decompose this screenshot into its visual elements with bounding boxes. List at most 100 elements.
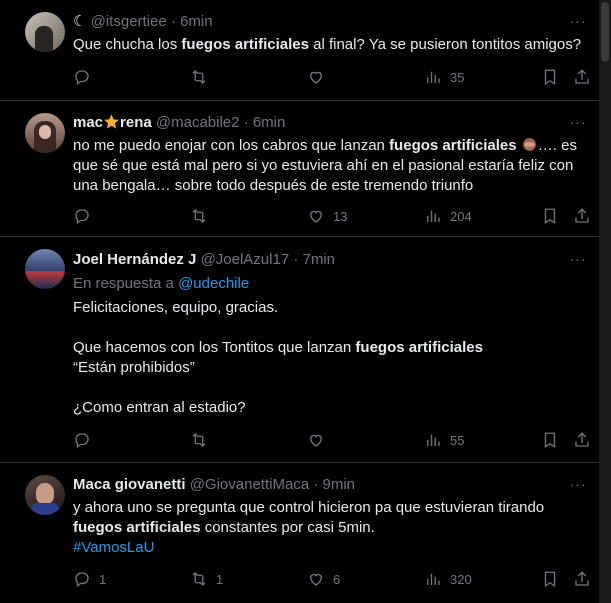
separator-dot: ·: [243, 114, 249, 131]
display-name[interactable]: Joel Hernández J: [73, 251, 196, 268]
retweet-button[interactable]: 1: [190, 569, 223, 589]
see-no-evil-monkey-icon: [522, 138, 536, 151]
tweet-1[interactable]: ☾ @itsgertiee · 6min ··· Que chucha los …: [0, 0, 599, 101]
reply-icon: [75, 433, 89, 449]
reply-icon: [75, 70, 89, 86]
timestamp[interactable]: 7min: [303, 251, 336, 268]
handle[interactable]: @macabile2: [156, 114, 240, 131]
likes-count: 6: [333, 571, 341, 587]
reply-to-link[interactable]: @udechile: [178, 275, 249, 292]
avatar[interactable]: [25, 113, 65, 153]
like-button[interactable]: 13: [307, 206, 347, 226]
tweet-actions: 13 204: [73, 206, 593, 226]
views-button[interactable]: 204: [424, 206, 472, 226]
more-options-button[interactable]: ···: [568, 477, 588, 497]
tweet-actions: 1 1 6 320: [73, 569, 593, 589]
reply-button[interactable]: [73, 67, 91, 87]
bookmark-button[interactable]: [541, 206, 559, 226]
star-icon: [104, 114, 119, 129]
tweet-header: mac rena @macabile2 · 6min: [73, 113, 285, 133]
tweet-3[interactable]: Joel Hernández J @JoelAzul17 · 7min ··· …: [0, 237, 599, 463]
avatar[interactable]: [25, 12, 65, 52]
share-button[interactable]: [573, 430, 591, 450]
views-count: 320: [450, 571, 472, 587]
views-icon: [427, 434, 440, 446]
retweet-icon: [192, 572, 206, 586]
bookmark-button[interactable]: [541, 430, 559, 450]
scrollbar[interactable]: [599, 0, 611, 603]
handle[interactable]: @GiovanettiMaca: [190, 476, 309, 493]
bookmark-icon: [544, 571, 556, 588]
retweet-icon: [192, 433, 206, 447]
tweet-actions: 55: [73, 430, 593, 450]
retweet-button[interactable]: [190, 67, 208, 87]
hashtag-link[interactable]: #VamosLaU: [73, 538, 593, 558]
reply-button[interactable]: [73, 430, 91, 450]
bookmark-button[interactable]: [541, 569, 559, 589]
retweet-icon: [192, 209, 206, 223]
display-name[interactable]: ☾: [73, 13, 86, 30]
like-button[interactable]: 6: [307, 569, 340, 589]
display-name[interactable]: Maca giovanetti: [73, 476, 186, 493]
share-icon: [575, 571, 589, 586]
scrollbar-thumb[interactable]: [601, 2, 609, 62]
timestamp[interactable]: 6min: [253, 114, 286, 131]
heart-icon: [310, 71, 322, 84]
timestamp[interactable]: 9min: [323, 476, 356, 493]
avatar[interactable]: [25, 475, 65, 515]
reply-icon: [75, 572, 89, 588]
more-options-button[interactable]: ···: [568, 252, 588, 272]
tweet-text: Felicitaciones, equipo, gracias. Que hac…: [73, 299, 483, 416]
reply-button[interactable]: 1: [73, 569, 106, 589]
like-button[interactable]: [307, 430, 325, 450]
share-button[interactable]: [573, 67, 591, 87]
retweet-button[interactable]: [190, 206, 208, 226]
reply-context: En respuesta a @udechile: [73, 275, 250, 292]
tweet-header: ☾ @itsgertiee · 6min: [73, 12, 213, 32]
separator-dot: ·: [313, 476, 319, 493]
tweet-2[interactable]: mac rena @macabile2 · 6min ··· no me pued…: [0, 101, 599, 237]
views-count: 35: [450, 69, 465, 85]
reply-icon: [75, 209, 89, 225]
more-options-button[interactable]: ···: [568, 115, 588, 135]
retweet-icon: [192, 70, 206, 84]
heart-icon: [310, 434, 322, 447]
share-icon: [575, 69, 589, 84]
views-icon: [427, 573, 440, 585]
heart-icon: [310, 210, 322, 223]
share-icon: [575, 432, 589, 447]
separator-dot: ·: [293, 251, 299, 268]
replies-count: 1: [99, 571, 107, 587]
tweet-header: Maca giovanetti @GiovanettiMaca · 9min: [73, 475, 355, 495]
views-button[interactable]: 55: [424, 430, 464, 450]
views-icon: [427, 210, 440, 222]
display-name[interactable]: mac rena: [73, 114, 152, 131]
tweet-text: Que chucha los fuegos artificiales al fi…: [73, 36, 582, 53]
views-icon: [427, 71, 440, 83]
bookmark-icon: [544, 432, 556, 449]
tweet-actions: 35: [73, 67, 593, 87]
tweet-header: Joel Hernández J @JoelAzul17 · 7min: [73, 250, 335, 270]
tweet-text: no me puedo enojar con los cabros que la…: [73, 137, 577, 194]
views-count: 55: [450, 432, 465, 448]
share-button[interactable]: [573, 569, 591, 589]
like-button[interactable]: [307, 67, 325, 87]
bookmark-icon: [544, 69, 556, 86]
handle[interactable]: @JoelAzul17: [201, 251, 290, 268]
heart-icon: [310, 573, 322, 586]
separator-dot: ·: [170, 13, 176, 30]
views-button[interactable]: 35: [424, 67, 464, 87]
reply-button[interactable]: [73, 206, 91, 226]
avatar[interactable]: [25, 249, 65, 289]
handle[interactable]: @itsgertiee: [91, 13, 167, 30]
share-button[interactable]: [573, 206, 591, 226]
more-options-button[interactable]: ···: [568, 14, 588, 34]
likes-count: 13: [333, 208, 348, 224]
share-icon: [575, 208, 589, 223]
views-button[interactable]: 320: [424, 569, 472, 589]
retweet-button[interactable]: [190, 430, 208, 450]
timestamp[interactable]: 6min: [180, 13, 213, 30]
tweet-4[interactable]: Maca giovanetti @GiovanettiMaca · 9min ·…: [0, 463, 599, 603]
views-count: 204: [450, 208, 472, 224]
bookmark-button[interactable]: [541, 67, 559, 87]
